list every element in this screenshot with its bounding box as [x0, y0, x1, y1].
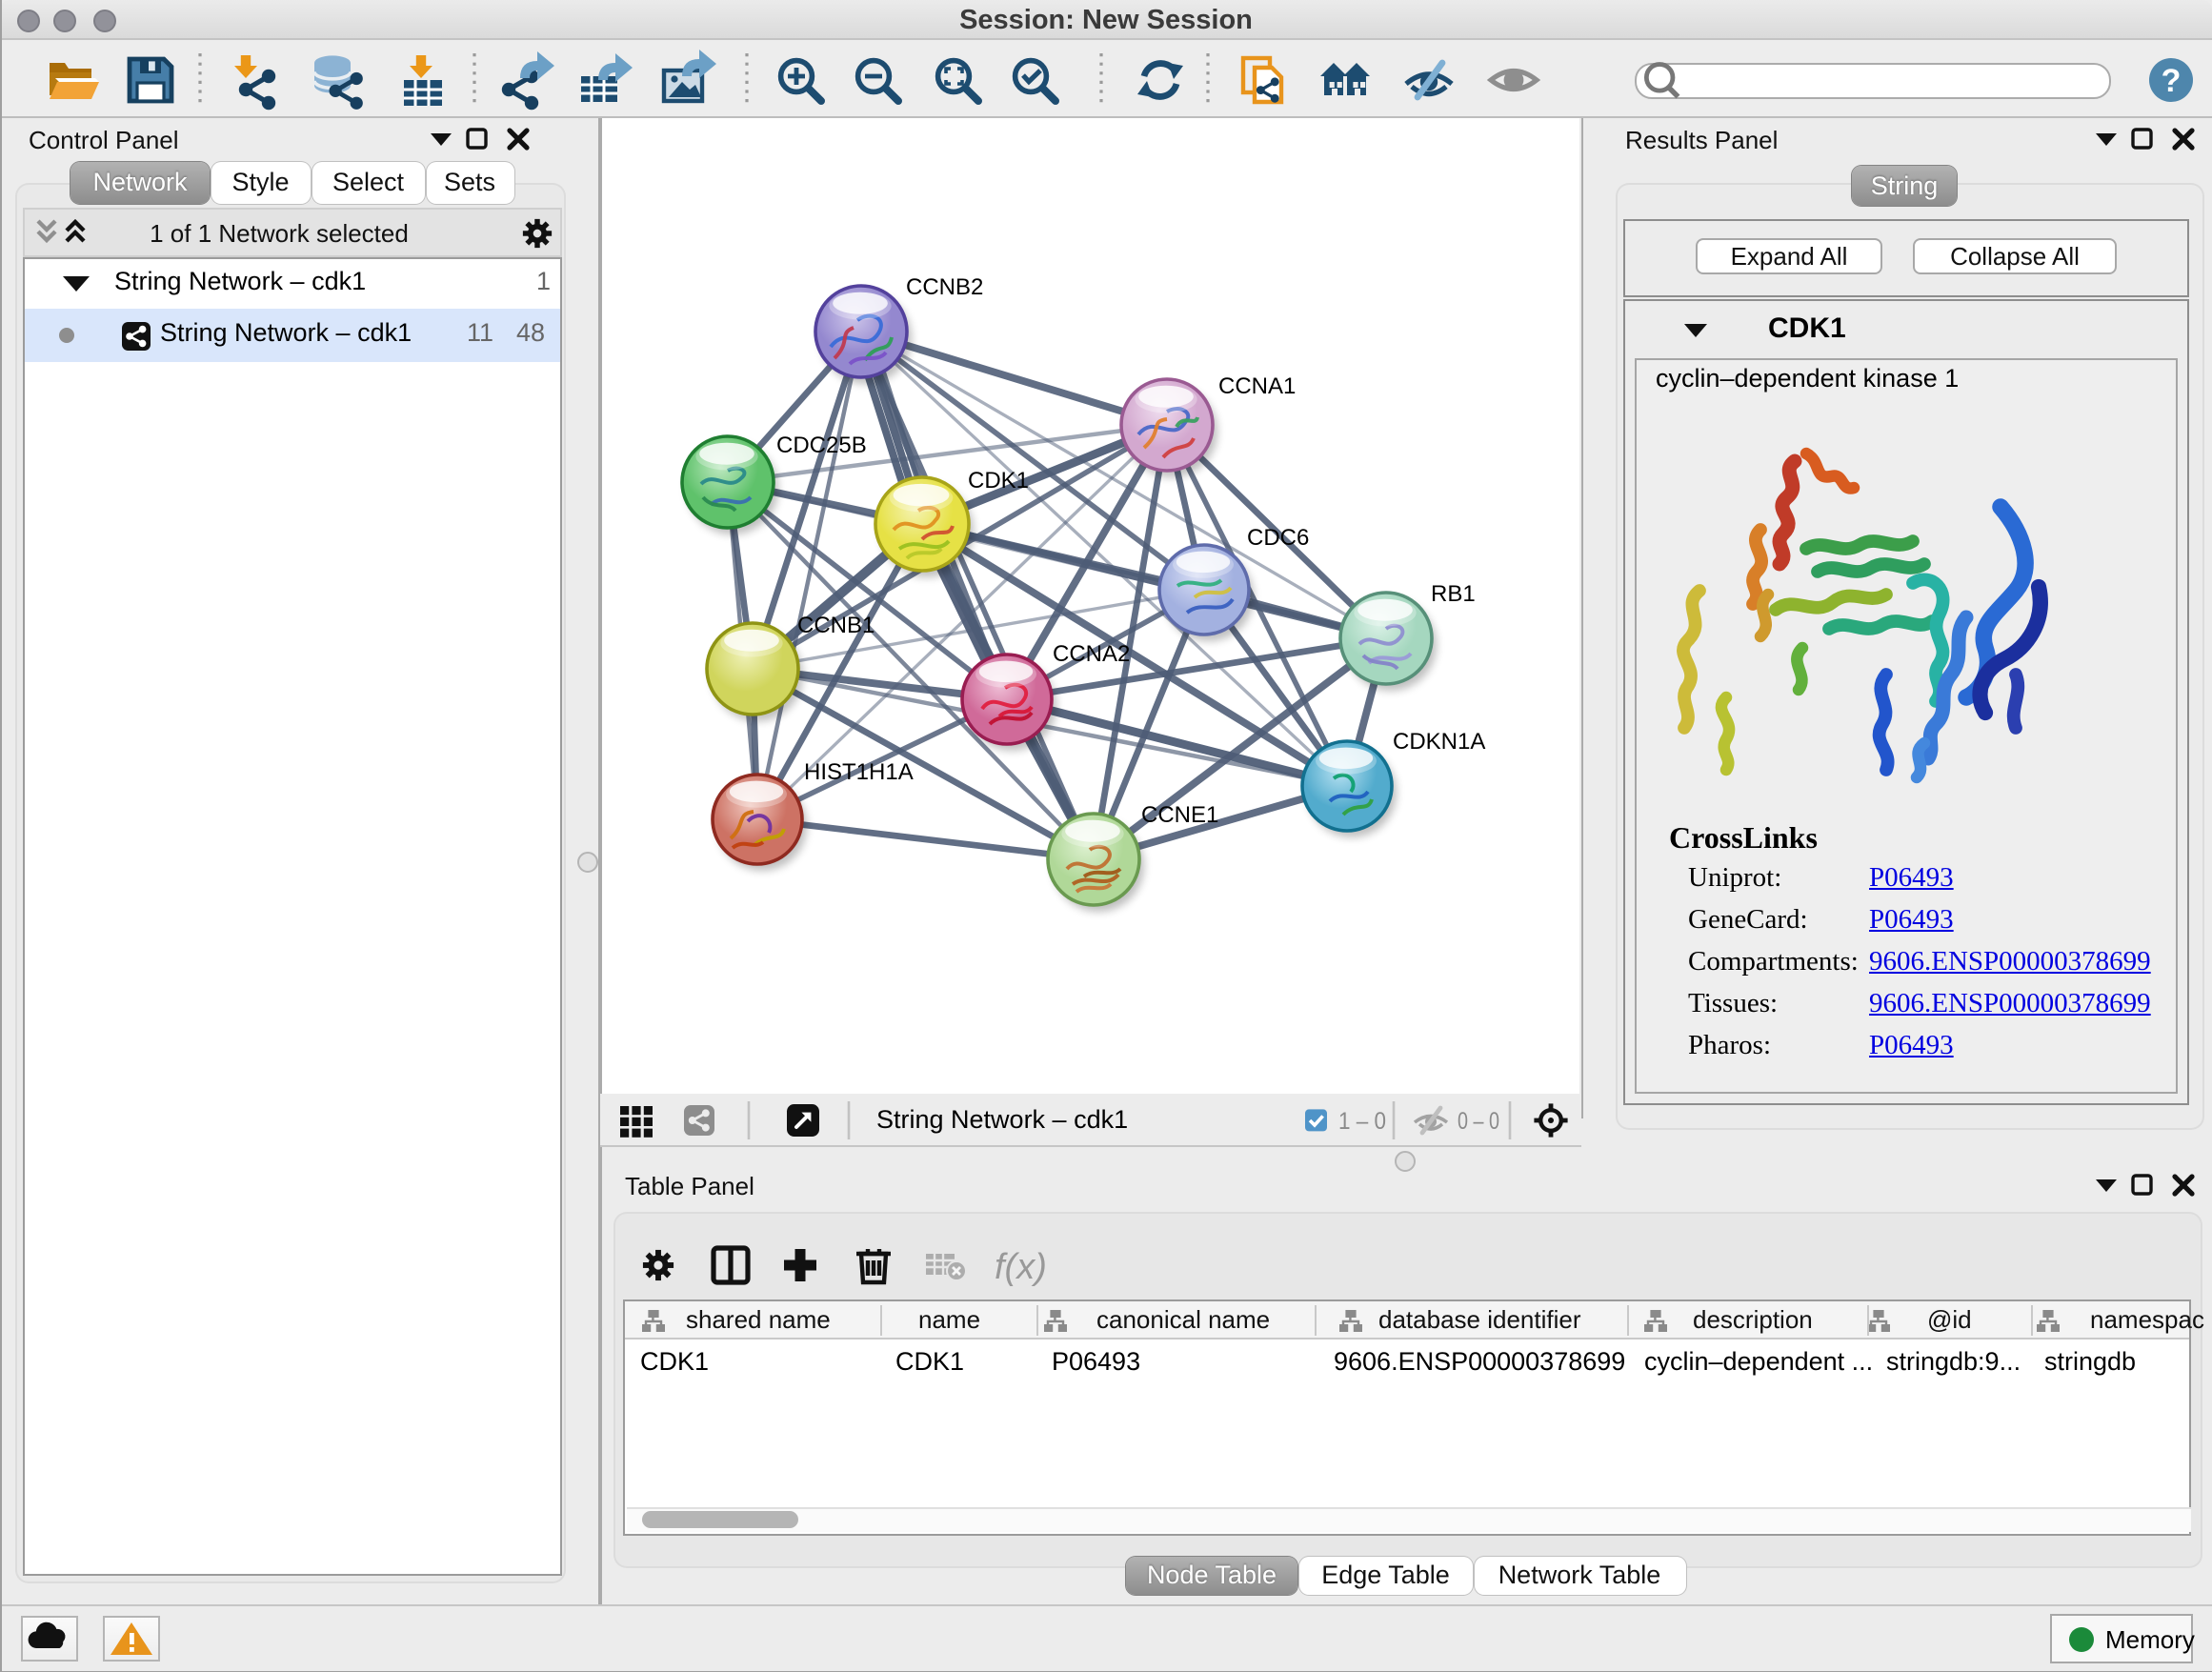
svg-text:RB1: RB1 — [1431, 581, 1476, 607]
svg-text:f(x): f(x) — [995, 1247, 1047, 1287]
svg-text:CDC6: CDC6 — [1247, 525, 1309, 551]
svg-text:CCNE1: CCNE1 — [1141, 802, 1218, 828]
svg-text:HIST1H1A: HIST1H1A — [804, 759, 914, 785]
svg-text:CCNB2: CCNB2 — [906, 274, 983, 300]
svg-text:CCNA1: CCNA1 — [1218, 373, 1296, 399]
svg-text:CDK1: CDK1 — [968, 468, 1029, 494]
svg-text:CCNA2: CCNA2 — [1053, 641, 1130, 667]
svg-text:CCNB1: CCNB1 — [797, 613, 875, 638]
svg-text:CDKN1A: CDKN1A — [1393, 729, 1485, 755]
svg-text:CDC25B: CDC25B — [776, 433, 867, 458]
svg-text:?: ? — [2162, 63, 2182, 99]
svg-text:1 – 0: 1 – 0 — [1338, 1108, 1386, 1135]
svg-text:0 – 0: 0 – 0 — [1458, 1108, 1499, 1135]
